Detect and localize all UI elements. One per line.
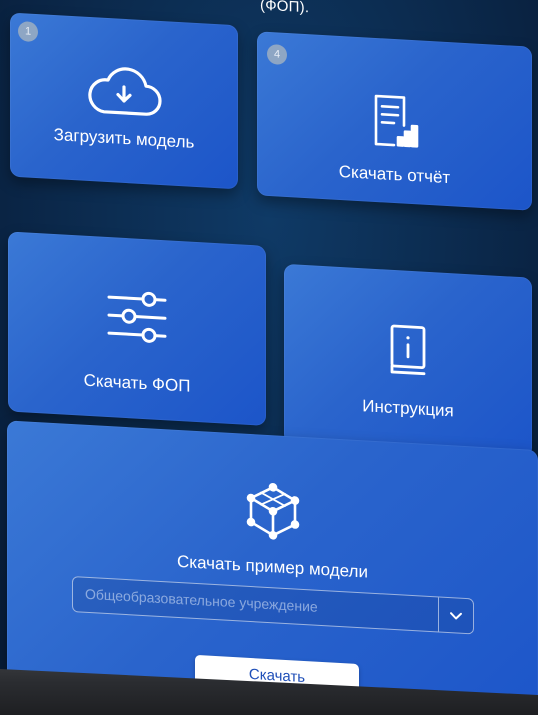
- institution-type-value: Общеобразовательное учреждение: [85, 585, 318, 615]
- sliders-icon: [105, 285, 169, 354]
- download-report-tile[interactable]: 4 Скачать отчёт: [257, 31, 532, 211]
- manual-label: Инструкция: [362, 396, 454, 421]
- report-chart-icon: [368, 90, 422, 158]
- manual-tile[interactable]: Инструкция: [284, 263, 532, 458]
- download-sample-tile: Скачать пример модели Общеобразовательно…: [7, 420, 538, 715]
- step-badge: 1: [18, 21, 38, 43]
- upload-model-tile[interactable]: 1 Загрузить модель: [10, 12, 238, 190]
- dashboard-panel: (ФОП). 1 Загрузить модель 4 Скачать отчё…: [0, 0, 538, 715]
- cube-3d-icon: [243, 480, 303, 548]
- download-report-label: Скачать отчёт: [338, 161, 451, 188]
- cloud-download-icon: [84, 61, 164, 128]
- download-fop-tile[interactable]: Скачать ФОП: [8, 231, 266, 426]
- step-badge: 4: [267, 43, 287, 66]
- screen: (ФОП). 1 Загрузить модель 4 Скачать отчё…: [0, 0, 538, 715]
- info-book-icon: [386, 322, 430, 383]
- download-fop-label: Скачать ФОП: [83, 370, 191, 396]
- chevron-down-icon[interactable]: [438, 597, 473, 634]
- header-text: (ФОП).: [260, 0, 310, 17]
- upload-model-label: Загрузить модель: [53, 124, 195, 152]
